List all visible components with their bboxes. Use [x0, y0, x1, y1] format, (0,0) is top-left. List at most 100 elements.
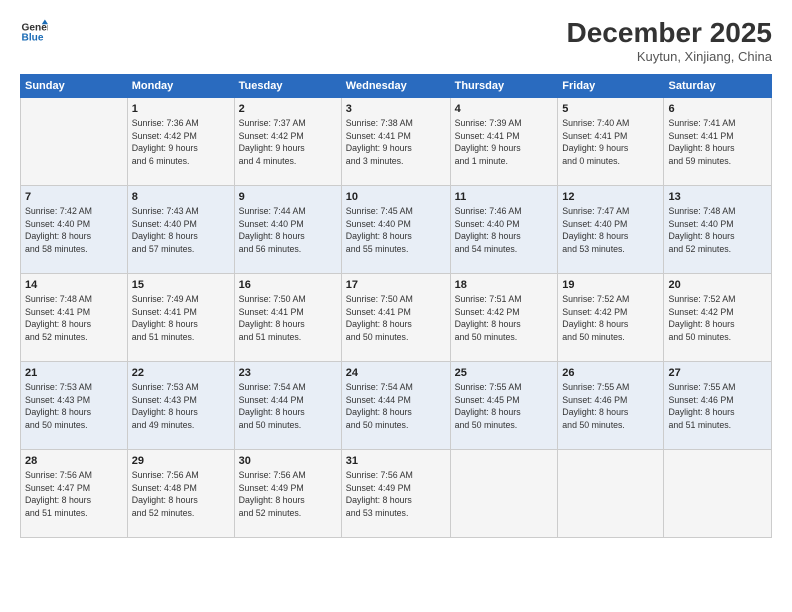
day-info: Sunrise: 7:55 AMSunset: 4:46 PMDaylight:…	[668, 381, 767, 432]
day-number: 30	[239, 455, 337, 467]
table-row: 18Sunrise: 7:51 AMSunset: 4:42 PMDayligh…	[450, 273, 558, 361]
header-monday: Monday	[127, 74, 234, 97]
calendar-header-row: Sunday Monday Tuesday Wednesday Thursday…	[21, 74, 772, 97]
calendar-week-row: 14 Sunrise: 7:48 AMSunset: 4:41 PMDayligh…	[21, 273, 772, 361]
day-number: 1	[132, 103, 230, 115]
table-row: 13Sunrise: 7:48 AMSunset: 4:40 PMDayligh…	[664, 185, 772, 273]
logo: General Blue	[20, 18, 48, 46]
day-info: Sunrise: 7:48 AMSunset: 4:41 PMDaylight:…	[25, 293, 123, 344]
day-number: 3	[346, 103, 446, 115]
day-number: 12	[562, 191, 659, 203]
day-number: 26	[562, 367, 659, 379]
table-row: 15Sunrise: 7:49 AMSunset: 4:41 PMDayligh…	[127, 273, 234, 361]
day-info: Sunrise: 7:36 AMSunset: 4:42 PMDaylight:…	[132, 117, 230, 168]
day-number: 13	[668, 191, 767, 203]
table-row: 29Sunrise: 7:56 AMSunset: 4:48 PMDayligh…	[127, 449, 234, 537]
month-title: December 2025	[567, 18, 772, 49]
day-info: Sunrise: 7:56 AMSunset: 4:49 PMDaylight:…	[346, 469, 446, 520]
day-info: Sunrise: 7:55 AMSunset: 4:46 PMDaylight:…	[562, 381, 659, 432]
day-info: Sunrise: 7:50 AMSunset: 4:41 PMDaylight:…	[239, 293, 337, 344]
table-row: 4 Sunrise: 7:39 AMSunset: 4:41 PMDaylight…	[450, 97, 558, 185]
calendar-week-row: 28 Sunrise: 7:56 AMSunset: 4:47 PMDayligh…	[21, 449, 772, 537]
svg-text:Blue: Blue	[22, 33, 44, 44]
day-info: Sunrise: 7:40 AMSunset: 4:41 PMDaylight:…	[562, 117, 659, 168]
table-row: 30 Sunrise: 7:56 AMSunset: 4:49 PMDayligh…	[234, 449, 341, 537]
table-row: 23Sunrise: 7:54 AMSunset: 4:44 PMDayligh…	[234, 361, 341, 449]
day-number: 21	[25, 367, 123, 379]
day-info: Sunrise: 7:54 AMSunset: 4:44 PMDaylight:…	[346, 381, 446, 432]
day-info: Sunrise: 7:47 AMSunset: 4:40 PMDaylight:…	[562, 205, 659, 256]
day-number: 28	[25, 455, 123, 467]
day-number: 15	[132, 279, 230, 291]
day-info: Sunrise: 7:37 AMSunset: 4:42 PMDaylight:…	[239, 117, 337, 168]
calendar-week-row: 1 Sunrise: 7:36 AMSunset: 4:42 PMDaylight…	[21, 97, 772, 185]
day-number: 6	[668, 103, 767, 115]
table-row: 19 Sunrise: 7:52 AMSunset: 4:42 PMDayligh…	[558, 273, 664, 361]
table-row: 22 Sunrise: 7:53 AMSunset: 4:43 PMDayligh…	[127, 361, 234, 449]
day-info: Sunrise: 7:53 AMSunset: 4:43 PMDaylight:…	[25, 381, 123, 432]
day-info: Sunrise: 7:56 AMSunset: 4:49 PMDaylight:…	[239, 469, 337, 520]
day-number: 20	[668, 279, 767, 291]
day-number: 5	[562, 103, 659, 115]
calendar-week-row: 21 Sunrise: 7:53 AMSunset: 4:43 PMDayligh…	[21, 361, 772, 449]
table-row: 27 Sunrise: 7:55 AMSunset: 4:46 PMDayligh…	[664, 361, 772, 449]
day-number: 31	[346, 455, 446, 467]
day-info: Sunrise: 7:46 AMSunset: 4:40 PMDaylight:…	[455, 205, 554, 256]
table-row: 26 Sunrise: 7:55 AMSunset: 4:46 PMDayligh…	[558, 361, 664, 449]
table-row: 14 Sunrise: 7:48 AMSunset: 4:41 PMDayligh…	[21, 273, 128, 361]
table-row: 7Sunrise: 7:42 AMSunset: 4:40 PMDaylight…	[21, 185, 128, 273]
day-number: 11	[455, 191, 554, 203]
table-row: 6 Sunrise: 7:41 AMSunset: 4:41 PMDaylight…	[664, 97, 772, 185]
day-info: Sunrise: 7:56 AMSunset: 4:47 PMDaylight:…	[25, 469, 123, 520]
day-number: 17	[346, 279, 446, 291]
day-info: Sunrise: 7:51 AMSunset: 4:42 PMDaylight:…	[455, 293, 554, 344]
table-row: 16 Sunrise: 7:50 AMSunset: 4:41 PMDayligh…	[234, 273, 341, 361]
header-sunday: Sunday	[21, 74, 128, 97]
day-number: 24	[346, 367, 446, 379]
calendar-table: Sunday Monday Tuesday Wednesday Thursday…	[20, 74, 772, 538]
table-row: 5 Sunrise: 7:40 AMSunset: 4:41 PMDaylight…	[558, 97, 664, 185]
table-row: 25Sunrise: 7:55 AMSunset: 4:45 PMDayligh…	[450, 361, 558, 449]
day-info: Sunrise: 7:41 AMSunset: 4:41 PMDaylight:…	[668, 117, 767, 168]
table-row: 24 Sunrise: 7:54 AMSunset: 4:44 PMDayligh…	[341, 361, 450, 449]
table-row: 17 Sunrise: 7:50 AMSunset: 4:41 PMDayligh…	[341, 273, 450, 361]
table-row: 11 Sunrise: 7:46 AMSunset: 4:40 PMDayligh…	[450, 185, 558, 273]
day-info: Sunrise: 7:39 AMSunset: 4:41 PMDaylight:…	[455, 117, 554, 168]
day-number: 19	[562, 279, 659, 291]
table-row: 12 Sunrise: 7:47 AMSunset: 4:40 PMDayligh…	[558, 185, 664, 273]
day-number: 22	[132, 367, 230, 379]
table-row: 28 Sunrise: 7:56 AMSunset: 4:47 PMDayligh…	[21, 449, 128, 537]
day-info: Sunrise: 7:52 AMSunset: 4:42 PMDaylight:…	[562, 293, 659, 344]
header-saturday: Saturday	[664, 74, 772, 97]
table-row: 8Sunrise: 7:43 AMSunset: 4:40 PMDaylight…	[127, 185, 234, 273]
day-info: Sunrise: 7:38 AMSunset: 4:41 PMDaylight:…	[346, 117, 446, 168]
day-number: 16	[239, 279, 337, 291]
header-thursday: Thursday	[450, 74, 558, 97]
day-number: 14	[25, 279, 123, 291]
day-info: Sunrise: 7:52 AMSunset: 4:42 PMDaylight:…	[668, 293, 767, 344]
day-number: 23	[239, 367, 337, 379]
day-number: 7	[25, 191, 123, 203]
table-row: 21 Sunrise: 7:53 AMSunset: 4:43 PMDayligh…	[21, 361, 128, 449]
logo-icon: General Blue	[20, 18, 48, 46]
header-tuesday: Tuesday	[234, 74, 341, 97]
table-row: 2Sunrise: 7:37 AMSunset: 4:42 PMDaylight…	[234, 97, 341, 185]
header: General Blue December 2025 Kuytun, Xinji…	[20, 18, 772, 64]
table-row: 1 Sunrise: 7:36 AMSunset: 4:42 PMDaylight…	[127, 97, 234, 185]
table-row	[450, 449, 558, 537]
day-number: 4	[455, 103, 554, 115]
day-info: Sunrise: 7:56 AMSunset: 4:48 PMDaylight:…	[132, 469, 230, 520]
header-wednesday: Wednesday	[341, 74, 450, 97]
day-info: Sunrise: 7:45 AMSunset: 4:40 PMDaylight:…	[346, 205, 446, 256]
day-info: Sunrise: 7:43 AMSunset: 4:40 PMDaylight:…	[132, 205, 230, 256]
day-info: Sunrise: 7:53 AMSunset: 4:43 PMDaylight:…	[132, 381, 230, 432]
location-subtitle: Kuytun, Xinjiang, China	[567, 49, 772, 64]
day-info: Sunrise: 7:50 AMSunset: 4:41 PMDaylight:…	[346, 293, 446, 344]
day-info: Sunrise: 7:55 AMSunset: 4:45 PMDaylight:…	[455, 381, 554, 432]
table-row: 3 Sunrise: 7:38 AMSunset: 4:41 PMDaylight…	[341, 97, 450, 185]
table-row	[21, 97, 128, 185]
header-friday: Friday	[558, 74, 664, 97]
table-row: 20 Sunrise: 7:52 AMSunset: 4:42 PMDayligh…	[664, 273, 772, 361]
day-number: 27	[668, 367, 767, 379]
page: General Blue December 2025 Kuytun, Xinji…	[0, 0, 792, 612]
